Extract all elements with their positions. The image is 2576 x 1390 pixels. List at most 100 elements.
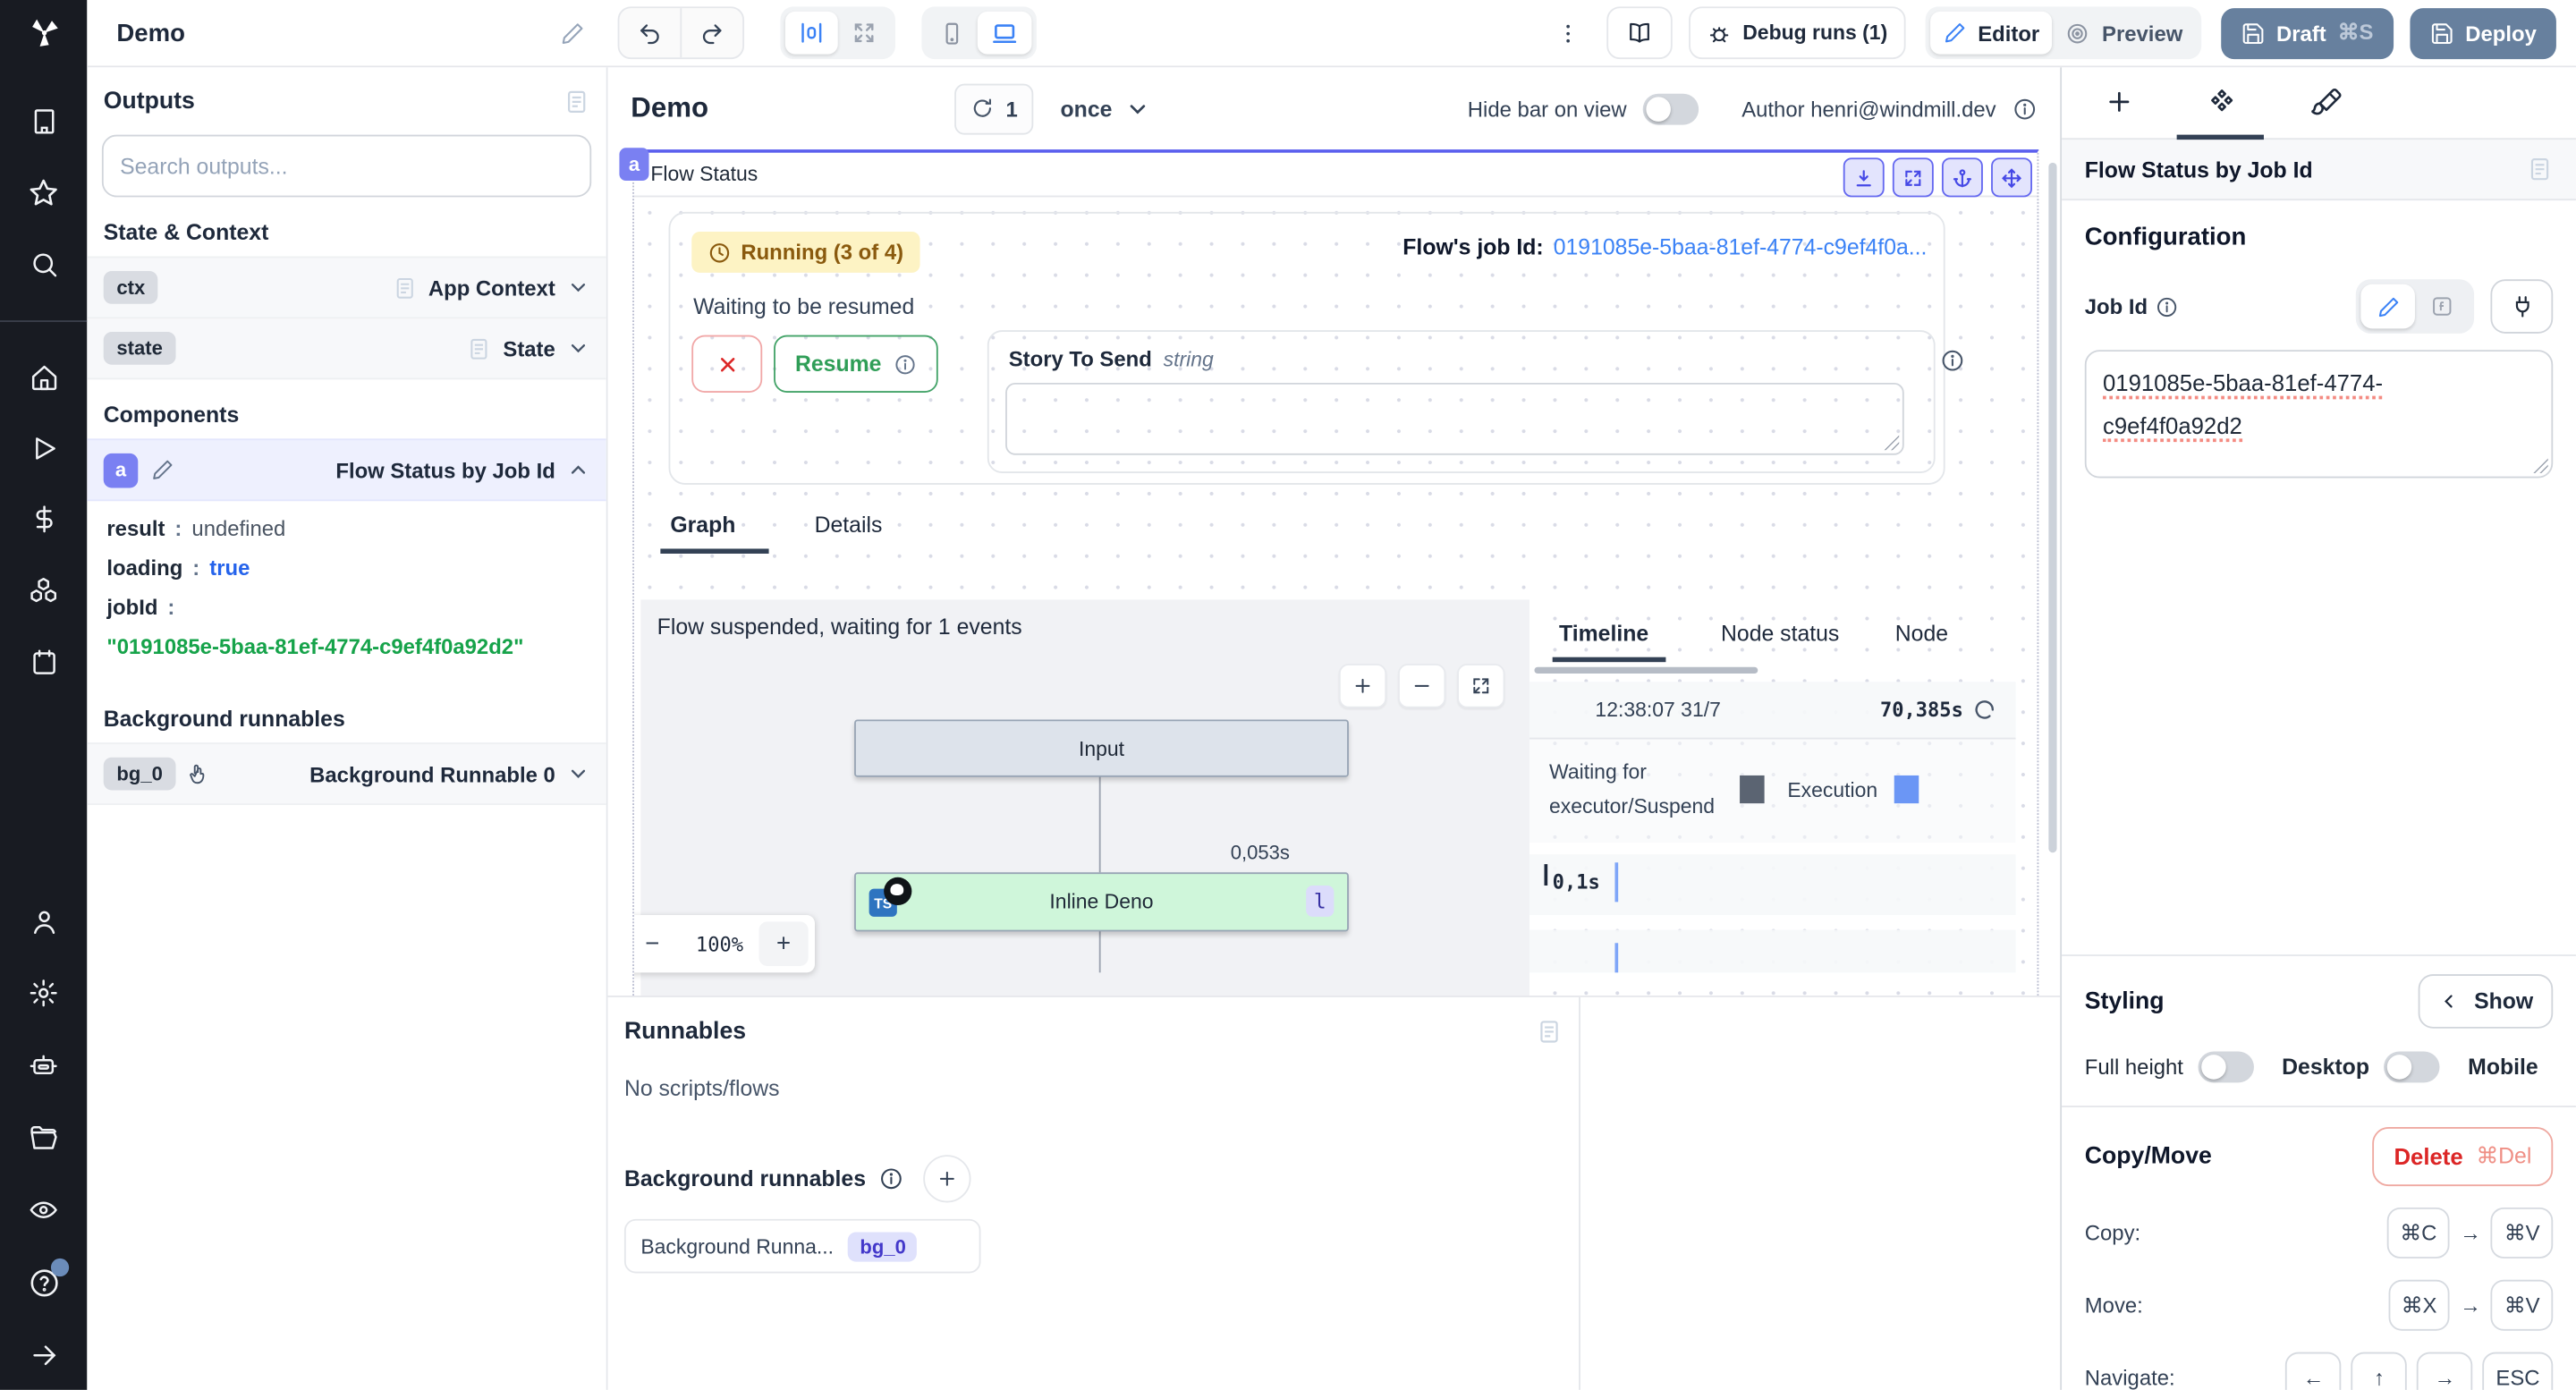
component-doc-icon[interactable] — [2527, 156, 2553, 182]
user-icon[interactable] — [29, 907, 58, 937]
result-key[interactable]: result — [106, 516, 165, 541]
state-row[interactable]: state State — [87, 318, 606, 379]
help-button[interactable] — [27, 1267, 60, 1300]
tab-node-status[interactable]: Node status — [1721, 621, 1839, 662]
resources-cubes-icon[interactable] — [28, 575, 59, 606]
favorites-star-icon[interactable] — [28, 177, 59, 208]
edit-title-pencil-icon[interactable] — [560, 21, 585, 46]
undo-button[interactable] — [619, 8, 680, 57]
graph-fullscreen-button[interactable] — [1457, 664, 1504, 708]
styling-tab-brush-icon[interactable] — [2311, 87, 2343, 118]
refresh-count-button[interactable]: 1 — [955, 83, 1035, 134]
jobid-key[interactable]: jobId — [106, 595, 157, 620]
flow-status-component[interactable]: a Flow Status Runni — [632, 149, 2038, 996]
zoom-in-button[interactable]: + — [759, 921, 809, 966]
bg-runnable-item[interactable]: Background Runna... bg_0 — [624, 1219, 981, 1274]
docs-book-button[interactable] — [1606, 6, 1672, 59]
edit-component-pencil-icon[interactable] — [151, 458, 174, 481]
graph-zoom-in-button[interactable] — [1339, 664, 1386, 708]
ctx-row[interactable]: ctx App Context — [87, 257, 606, 319]
outputs-doc-icon[interactable] — [564, 89, 589, 114]
app-canvas[interactable]: a Flow Status Runni — [608, 149, 2061, 996]
fullscreen-button[interactable] — [1893, 157, 1934, 197]
tab-graph[interactable]: Graph — [660, 513, 768, 554]
chevron-up-icon[interactable] — [567, 458, 590, 481]
resume-button[interactable]: Resume — [774, 335, 937, 393]
desktop-toggle[interactable] — [2385, 1051, 2440, 1082]
folders-icon[interactable] — [28, 1122, 59, 1153]
debug-runs-button[interactable]: Debug runs (1) — [1689, 6, 1906, 59]
bg0-label: Background Runnable 0 — [309, 761, 555, 786]
component-settings-tab-icon[interactable] — [2207, 87, 2238, 118]
deploy-button[interactable]: Deploy — [2410, 7, 2556, 58]
hide-bar-toggle[interactable] — [1643, 93, 1699, 124]
flow-node-inline-deno[interactable]: TS Inline Deno l — [854, 872, 1349, 931]
zoom-out-button[interactable]: − — [634, 930, 680, 958]
connect-input-plug-button[interactable] — [2490, 279, 2553, 334]
tab-node[interactable]: Node — [1895, 621, 1948, 662]
desktop-view-button[interactable] — [977, 12, 1031, 55]
show-styling-button[interactable]: Show — [2419, 974, 2554, 1029]
kebab-menu-icon[interactable] — [1555, 21, 1580, 46]
move-button[interactable] — [1991, 157, 2032, 197]
insert-component-tab-plus-icon[interactable] — [2105, 87, 2134, 116]
job-id-textarea[interactable]: 0191085e-5baa-81ef-4774- c9ef4f0a92d2 — [2085, 350, 2553, 478]
loading-key[interactable]: loading — [106, 555, 182, 581]
windmill-logo[interactable] — [0, 0, 87, 65]
author-info-icon[interactable] — [2012, 96, 2038, 121]
editor-tab[interactable]: Editor — [1930, 12, 2053, 55]
editor-preview-segment: Editor Preview — [1925, 6, 2200, 59]
resize-handle[interactable] — [2533, 458, 2548, 473]
search-icon[interactable] — [29, 250, 58, 279]
settings-gear-icon[interactable] — [28, 978, 59, 1009]
anchor-button[interactable] — [1942, 157, 1983, 197]
home-icon[interactable] — [29, 363, 58, 393]
chevron-down-icon[interactable] — [567, 276, 590, 300]
component-id-tag[interactable]: a — [619, 148, 648, 181]
tab-details[interactable]: Details — [815, 513, 883, 554]
tab-timeline[interactable]: Timeline — [1553, 621, 1665, 662]
bg-runnables-info-icon[interactable] — [879, 1166, 904, 1191]
chevron-down-icon[interactable] — [567, 762, 590, 785]
runs-play-icon[interactable] — [29, 434, 58, 463]
graph-zoom-out-button[interactable] — [1398, 664, 1445, 708]
workspace-building-icon[interactable] — [29, 106, 58, 136]
static-input-mode-button[interactable] — [2360, 284, 2415, 329]
delete-button[interactable]: Delete ⌘Del — [2373, 1127, 2554, 1186]
draft-button[interactable]: Draft ⌘S — [2221, 7, 2394, 58]
resize-handle[interactable] — [1885, 436, 1900, 451]
flow-node-input[interactable]: Input — [854, 719, 1349, 776]
runnables-doc-icon[interactable] — [1536, 1019, 1562, 1045]
cancel-button[interactable] — [691, 335, 762, 393]
chevron-down-icon[interactable] — [567, 337, 590, 360]
story-textarea[interactable] — [1005, 383, 1904, 455]
job-id-info-icon[interactable] — [2156, 295, 2179, 318]
configuration-title: Configuration — [2085, 224, 2553, 251]
step-duration-label: 0,053s — [1231, 841, 1290, 864]
full-height-toggle[interactable] — [2198, 1051, 2253, 1082]
expand-down-button[interactable] — [1843, 157, 1885, 197]
mobile-view-button[interactable] — [926, 12, 977, 55]
form-info-icon[interactable] — [1940, 348, 1965, 373]
active-tab-underline — [2177, 135, 2264, 140]
redo-button[interactable] — [680, 8, 742, 57]
center-layout-button[interactable] — [784, 12, 837, 55]
workers-robot-icon[interactable] — [28, 1050, 59, 1081]
refresh-policy-dropdown[interactable]: once — [1061, 96, 1150, 121]
bg0-row[interactable]: bg_0 Background Runnable 0 — [87, 742, 606, 805]
variables-dollar-icon[interactable] — [29, 504, 58, 534]
flow-graph-panel[interactable]: Flow suspended, waiting for 1 events Inp… — [640, 599, 1530, 996]
preview-tab[interactable]: Preview — [2053, 12, 2196, 55]
canvas-vertical-scrollbar[interactable] — [2048, 163, 2056, 852]
function-input-mode-button[interactable] — [2415, 284, 2470, 329]
flow-jobid-link[interactable]: 0191085e-5baa-81ef-4774-c9ef4f0a... — [1554, 235, 1928, 260]
component-a-badge: a — [104, 453, 139, 487]
schedules-calendar-icon[interactable] — [29, 648, 58, 677]
component-a-row[interactable]: a Flow Status by Job Id — [87, 438, 606, 501]
tabs-scrollbar[interactable] — [1534, 667, 1758, 674]
audit-eye-icon[interactable] — [28, 1194, 59, 1225]
fullwidth-layout-button[interactable] — [837, 12, 890, 55]
collapse-arrow-icon[interactable] — [29, 1341, 58, 1370]
search-outputs-input[interactable] — [102, 135, 591, 198]
add-bg-runnable-button[interactable] — [923, 1155, 970, 1202]
